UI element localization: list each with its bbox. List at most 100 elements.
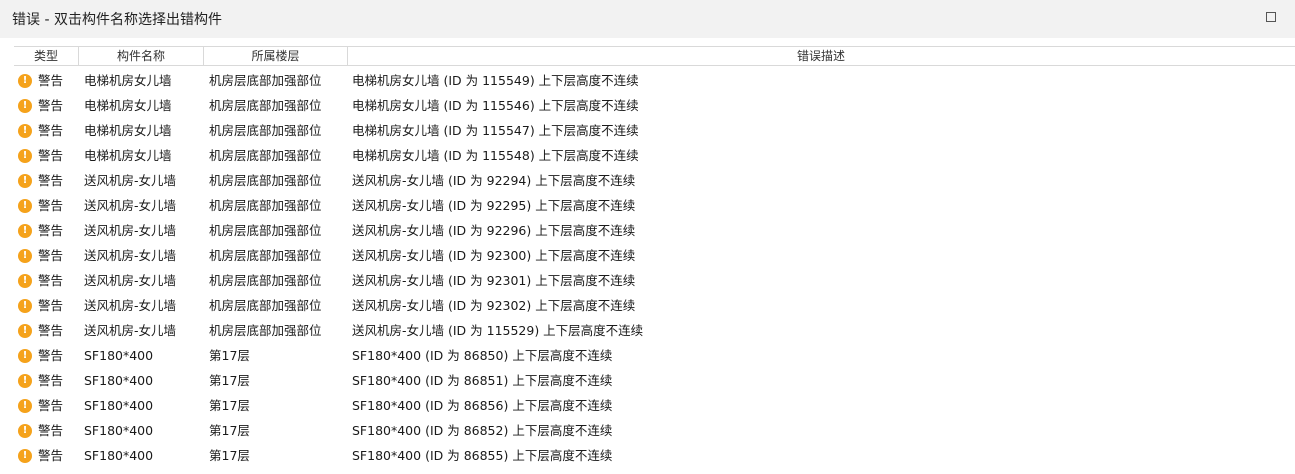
column-header-name[interactable]: 构件名称: [79, 47, 204, 65]
row-type: 警告: [38, 398, 64, 413]
row-type: 警告: [38, 323, 64, 338]
table-header: 类型 构件名称 所属楼层 错误描述: [14, 46, 1295, 66]
row-floor: 机房层底部加强部位: [209, 148, 322, 163]
table-row[interactable]: ! 警告 电梯机房女儿墙 机房层底部加强部位 电梯机房女儿墙 (ID 为 115548)…: [14, 143, 1295, 168]
row-type: 警告: [38, 348, 64, 363]
column-header-description[interactable]: 错误描述: [348, 47, 1294, 65]
row-description: SF180*400 (ID 为 86852) 上下层高度不连续: [352, 423, 613, 438]
component-name[interactable]: SF180*400: [84, 418, 153, 443]
window-title: 错误 - 双击构件名称选择出错构件: [12, 12, 222, 28]
component-name[interactable]: SF180*400: [84, 343, 153, 368]
component-name[interactable]: 送风机房-女儿墙: [84, 243, 176, 268]
row-floor: 机房层底部加强部位: [209, 273, 322, 288]
table-row[interactable]: !警告SF180*400第17层SF180*400 (ID 为 86853) 上…: [14, 468, 1295, 474]
column-header-type[interactable]: 类型: [14, 47, 79, 65]
row-description: 送风机房-女儿墙 (ID 为 115529) 上下层高度不连续: [352, 323, 644, 338]
component-name[interactable]: 送风机房-女儿墙: [84, 293, 176, 318]
row-description: 送风机房-女儿墙 (ID 为 92302) 上下层高度不连续: [352, 298, 636, 313]
row-type: 警告: [38, 298, 64, 313]
warning-icon: !: [18, 149, 32, 163]
component-name[interactable]: 电梯机房女儿墙: [84, 118, 172, 143]
row-type: 警告: [38, 468, 63, 474]
component-name[interactable]: SF180*400: [84, 468, 153, 474]
component-name[interactable]: 送风机房-女儿墙: [84, 218, 176, 243]
warning-icon: !: [18, 449, 32, 463]
row-type: 警告: [38, 123, 64, 138]
table-row[interactable]: ! 警告 SF180*400 第17层 SF180*400 (ID 为 86855) 上…: [14, 443, 1295, 468]
error-dialog: 错误 - 双击构件名称选择出错构件 类型 构件名称 所属楼层 错误描述 ! 警告电…: [0, 0, 1295, 474]
row-type: 警告: [38, 273, 64, 288]
row-floor: 机房层底部加强部位: [209, 123, 322, 138]
component-name[interactable]: 送风机房-女儿墙: [84, 193, 176, 218]
row-floor: 第17层: [209, 348, 250, 363]
row-description: 送风机房-女儿墙 (ID 为 92294) 上下层高度不连续: [352, 173, 636, 188]
table-row[interactable]: ! 警告 送风机房-女儿墙 机房层底部加强部位 送风机房-女儿墙 (ID 为 92300…: [14, 243, 1295, 268]
row-description: 送风机房-女儿墙 (ID 为 92300) 上下层高度不连续: [352, 248, 636, 263]
table-row[interactable]: ! 警告 送风机房-女儿墙 机房层底部加强部位 送风机房-女儿墙 (ID 为 92301…: [14, 268, 1295, 293]
warning-icon: !: [18, 424, 32, 438]
row-description: 送风机房-女儿墙 (ID 为 92295) 上下层高度不连续: [352, 198, 636, 213]
row-description: 电梯机房女儿墙 (ID 为 115548) 上下层高度不连续: [352, 148, 639, 163]
warning-icon: !: [18, 299, 32, 313]
row-description: 送风机房-女儿墙 (ID 为 92301) 上下层高度不连续: [352, 273, 636, 288]
row-floor: 机房层底部加强部位: [209, 198, 322, 213]
component-name[interactable]: 送风机房-女儿墙: [84, 268, 176, 293]
maximize-icon[interactable]: [1266, 12, 1276, 22]
row-type: 警告: [38, 373, 64, 388]
table-row[interactable]: ! 警告 送风机房-女儿墙 机房层底部加强部位 送风机房-女儿墙 (ID 为 11552…: [14, 318, 1295, 343]
table-row[interactable]: ! 警告 电梯机房女儿墙 机房层底部加强部位 电梯机房女儿墙 (ID 为 115549)…: [14, 68, 1295, 93]
row-floor: 第17层: [209, 373, 250, 388]
warning-icon: !: [18, 374, 32, 388]
warning-icon: !: [18, 174, 32, 188]
table-row[interactable]: ! 警告 SF180*400 第17层 SF180*400 (ID 为 86851) 上…: [14, 368, 1295, 393]
warning-icon: !: [18, 249, 32, 263]
table-row[interactable]: ! 警告 电梯机房女儿墙 机房层底部加强部位 电梯机房女儿墙 (ID 为 115547)…: [14, 118, 1295, 143]
row-description: 电梯机房女儿墙 (ID 为 115547) 上下层高度不连续: [352, 123, 639, 138]
warning-icon: !: [18, 324, 32, 338]
row-floor: 机房层底部加强部位: [209, 298, 322, 313]
table-row[interactable]: ! 警告 SF180*400 第17层 SF180*400 (ID 为 86850) 上…: [14, 343, 1295, 368]
component-name[interactable]: 电梯机房女儿墙: [84, 93, 172, 118]
row-floor: 第17层: [209, 398, 250, 413]
table-row[interactable]: ! 警告 SF180*400 第17层 SF180*400 (ID 为 86856) 上…: [14, 393, 1295, 418]
row-floor: 机房层底部加强部位: [209, 323, 322, 338]
component-name[interactable]: 电梯机房女儿墙: [84, 68, 172, 93]
table-row[interactable]: ! 警告 送风机房-女儿墙 机房层底部加强部位 送风机房-女儿墙 (ID 为 92302…: [14, 293, 1295, 318]
title-bar: 错误 - 双击构件名称选择出错构件: [0, 0, 1295, 38]
table-row[interactable]: ! 警告 送风机房-女儿墙 机房层底部加强部位 送风机房-女儿墙 (ID 为 92296…: [14, 218, 1295, 243]
warning-icon: !: [18, 124, 32, 138]
component-name[interactable]: 送风机房-女儿墙: [84, 168, 176, 193]
table-row[interactable]: ! 警告 电梯机房女儿墙 机房层底部加强部位 电梯机房女儿墙 (ID 为 115546)…: [14, 93, 1295, 118]
row-type: 警告: [38, 423, 64, 438]
component-name[interactable]: SF180*400: [84, 443, 153, 468]
component-name[interactable]: 送风机房-女儿墙: [84, 318, 176, 343]
row-description: SF180*400 (ID 为 86850) 上下层高度不连续: [352, 348, 613, 363]
row-floor: 机房层底部加强部位: [209, 73, 322, 88]
row-type: 警告: [38, 448, 64, 463]
row-floor: 机房层底部加强部位: [209, 223, 322, 238]
component-name[interactable]: SF180*400: [84, 368, 153, 393]
warning-icon: !: [18, 74, 32, 88]
component-name[interactable]: 电梯机房女儿墙: [84, 143, 172, 168]
error-list: ! 警告 电梯机房女儿墙 机房层底部加强部位 电梯机房女儿墙 (ID 为 115549)…: [14, 68, 1295, 474]
row-type: 警告: [38, 198, 64, 213]
row-description: 电梯机房女儿墙 (ID 为 115546) 上下层高度不连续: [352, 98, 639, 113]
column-header-floor[interactable]: 所属楼层: [204, 47, 348, 65]
row-floor: 机房层底部加强部位: [209, 98, 322, 113]
row-description: 送风机房-女儿墙 (ID 为 92296) 上下层高度不连续: [352, 223, 636, 238]
row-type: 警告: [38, 223, 64, 238]
row-description: SF180*400 (ID 为 86853) 上下层高度不连续: [352, 468, 612, 474]
row-floor: 第17层: [209, 423, 250, 438]
component-name[interactable]: SF180*400: [84, 393, 153, 418]
table-row[interactable]: ! 警告 送风机房-女儿墙 机房层底部加强部位 送风机房-女儿墙 (ID 为 92294…: [14, 168, 1295, 193]
row-description: SF180*400 (ID 为 86851) 上下层高度不连续: [352, 373, 613, 388]
row-description: 电梯机房女儿墙 (ID 为 115549) 上下层高度不连续: [352, 73, 639, 88]
table-row[interactable]: ! 警告 SF180*400 第17层 SF180*400 (ID 为 86852) 上…: [14, 418, 1295, 443]
row-description: SF180*400 (ID 为 86855) 上下层高度不连续: [352, 448, 613, 463]
row-floor: 第17层: [209, 468, 250, 474]
row-type: 警告: [38, 148, 64, 163]
row-type: 警告: [38, 73, 64, 88]
table-row[interactable]: ! 警告 送风机房-女儿墙 机房层底部加强部位 送风机房-女儿墙 (ID 为 92295…: [14, 193, 1295, 218]
warning-icon: !: [18, 199, 32, 213]
row-floor: 机房层底部加强部位: [209, 248, 322, 263]
